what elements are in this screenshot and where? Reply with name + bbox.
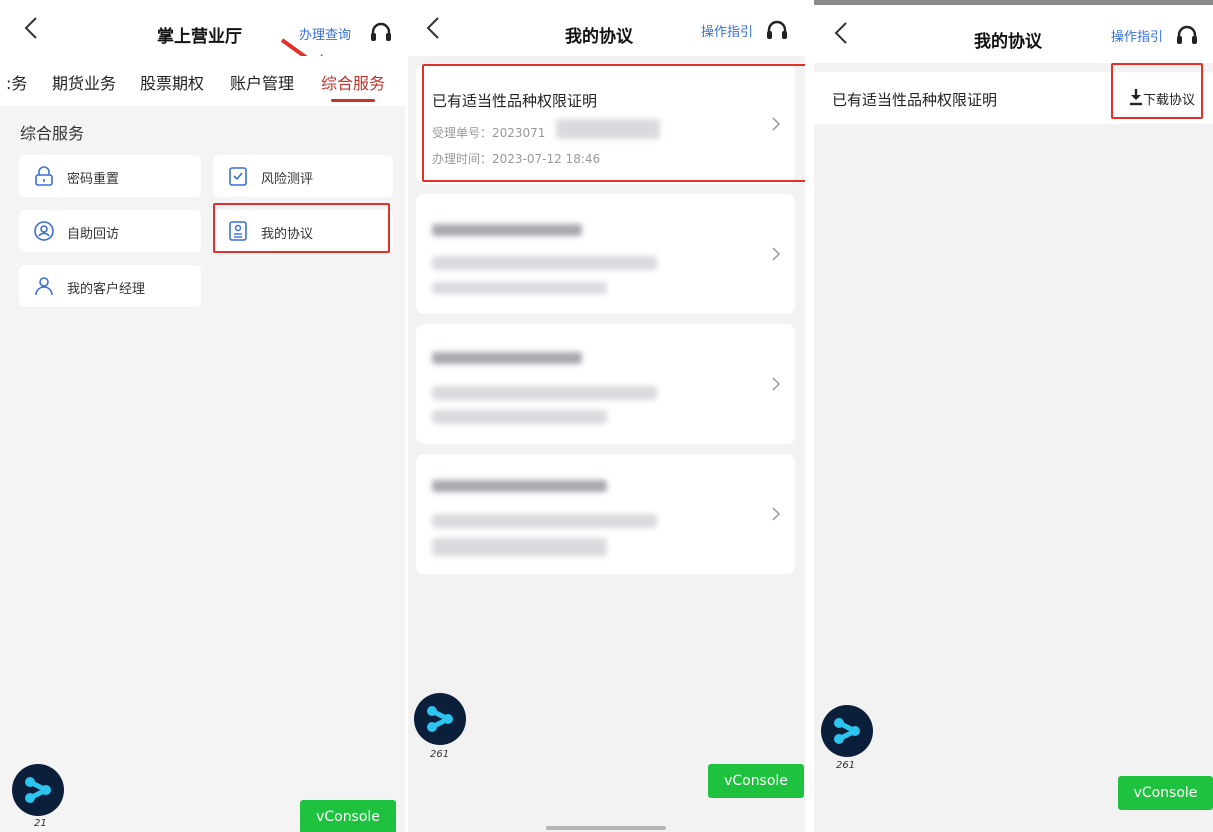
- highlight-box: [422, 64, 805, 182]
- service-password-reset[interactable]: 密码重置: [19, 155, 201, 197]
- fab-number: 21: [34, 818, 47, 829]
- headset-icon[interactable]: [1175, 25, 1199, 47]
- vconsole-button[interactable]: vConsole: [708, 764, 804, 798]
- vconsole-button[interactable]: vConsole: [1118, 776, 1213, 810]
- active-tab-indicator: [331, 99, 375, 102]
- home-indicator: [546, 826, 666, 830]
- redacted-text: [432, 282, 607, 294]
- highlight-box: [1111, 63, 1203, 119]
- clipboard-check-icon: [229, 167, 247, 186]
- tab-business[interactable]: :务: [6, 70, 27, 94]
- back-icon[interactable]: [24, 16, 38, 40]
- header: 掌上营业厅 办理查询: [0, 0, 405, 56]
- chevron-right-icon: [772, 507, 781, 521]
- headset-icon[interactable]: [765, 20, 789, 42]
- tab-stock-options[interactable]: 股票期权: [140, 70, 204, 94]
- lock-icon: [35, 166, 53, 186]
- service-label: 我的客户经理: [67, 282, 146, 297]
- panel-service-hall: 掌上营业厅 办理查询 :务 期货业务 股票期权 账户管理 综合服务 综合服务 密…: [0, 0, 405, 832]
- section-title: 综合服务: [20, 124, 85, 143]
- agreement-card-redacted[interactable]: [416, 324, 795, 444]
- headset-icon[interactable]: [369, 22, 393, 44]
- agreement-card-redacted[interactable]: [416, 194, 795, 314]
- service-label: 自助回访: [67, 227, 120, 242]
- fab-number: 261: [430, 749, 450, 760]
- share-icon: [427, 706, 453, 732]
- vconsole-button[interactable]: vConsole: [300, 800, 396, 832]
- redacted-text: [432, 386, 657, 400]
- floating-share-button[interactable]: [12, 764, 64, 816]
- redacted-text: [432, 352, 582, 364]
- person-circle-icon: [34, 221, 54, 241]
- back-icon[interactable]: [426, 16, 440, 40]
- guide-link[interactable]: 操作指引: [1111, 26, 1163, 45]
- tab-futures[interactable]: 期货业务: [52, 70, 116, 94]
- highlight-box: [213, 203, 390, 253]
- redacted-text: [432, 480, 607, 492]
- share-icon: [834, 718, 860, 744]
- floating-share-button[interactable]: [414, 693, 466, 745]
- service-risk-assessment[interactable]: 风险测评: [213, 155, 393, 197]
- tab-account[interactable]: 账户管理: [230, 70, 294, 94]
- agreement-card-redacted[interactable]: [416, 454, 795, 574]
- manager-icon: [35, 277, 53, 296]
- fab-number: 261: [836, 760, 856, 771]
- redacted-text: [432, 514, 657, 528]
- header: 我的协议 操作指引: [814, 5, 1213, 63]
- chevron-right-icon: [772, 247, 781, 261]
- page-title: 我的协议: [974, 32, 1042, 52]
- tab-comprehensive[interactable]: 综合服务: [321, 70, 385, 94]
- page-title: 我的协议: [565, 27, 633, 47]
- agreement-title: 已有适当性品种权限证明: [832, 91, 998, 109]
- back-icon[interactable]: [834, 21, 848, 45]
- redacted-text: [432, 538, 607, 556]
- panel-my-agreements: 我的协议 操作指引 已有适当性品种权限证明 受理单号：2023071 办理时间：…: [408, 0, 805, 832]
- header: 我的协议 操作指引: [408, 0, 805, 56]
- guide-link[interactable]: 操作指引: [701, 21, 753, 40]
- chevron-right-icon: [772, 377, 781, 391]
- redacted-text: [432, 224, 582, 236]
- tab-bar: :务 期货业务 股票期权 账户管理 综合服务: [0, 56, 405, 106]
- service-label: 密码重置: [67, 172, 120, 187]
- floating-share-button[interactable]: [821, 705, 873, 757]
- redacted-text: [432, 410, 607, 424]
- panel-agreement-download: 我的协议 操作指引 已有适当性品种权限证明 下载协议 261 vConsole: [814, 0, 1213, 832]
- page-title: 掌上营业厅: [157, 27, 242, 47]
- service-label: 风险测评: [261, 172, 314, 187]
- redacted-text: [432, 256, 657, 270]
- service-self-revisit[interactable]: 自助回访: [19, 210, 201, 252]
- service-account-manager[interactable]: 我的客户经理: [19, 265, 201, 307]
- share-icon: [25, 777, 51, 803]
